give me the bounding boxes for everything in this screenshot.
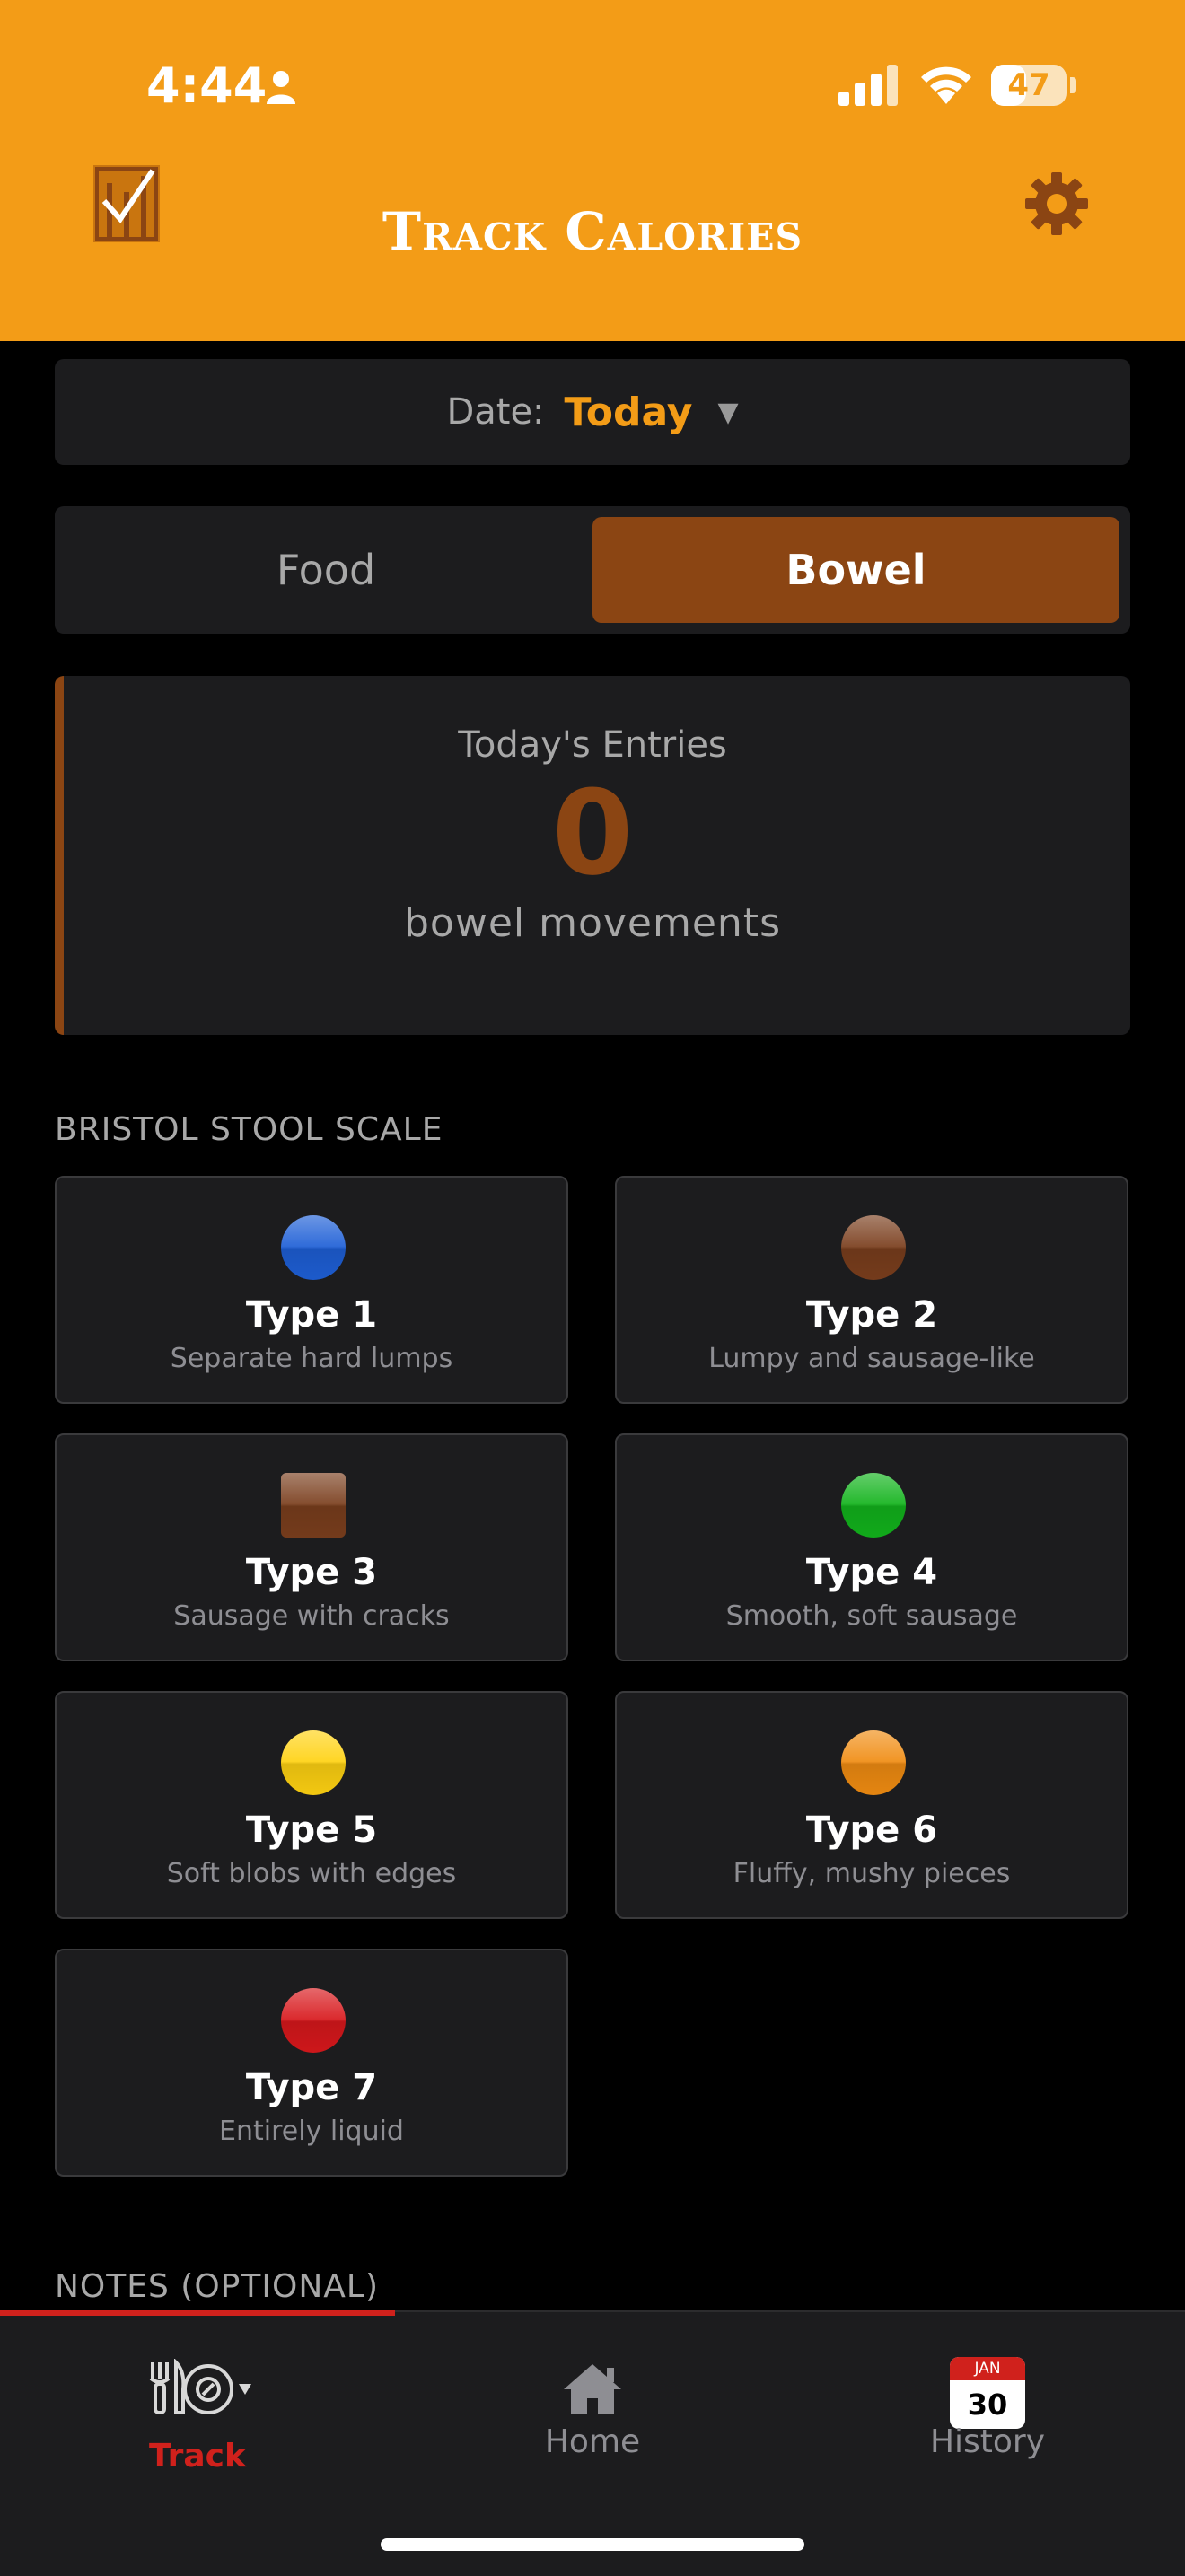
type-description: Lumpy and sausage-like xyxy=(708,1343,1035,1374)
tab-home[interactable]: Home xyxy=(395,2312,790,2492)
gear-icon[interactable] xyxy=(1023,171,1090,237)
app-header: 4:44 47 Track Calories xyxy=(0,0,1185,341)
type-name: Type 6 xyxy=(805,1809,938,1851)
tab-history-label: History xyxy=(929,2423,1046,2460)
bristol-type-card[interactable]: Type 7 Entirely liquid xyxy=(55,1949,568,2177)
calendar-icon: JAN 30 xyxy=(950,2357,1025,2429)
tab-home-label: Home xyxy=(544,2423,641,2460)
tab-food[interactable]: Food xyxy=(66,517,586,623)
cellular-signal-icon xyxy=(838,65,898,106)
fork-knife-plate-icon xyxy=(149,2359,251,2414)
tab-history[interactable]: JAN 30 History xyxy=(790,2312,1185,2492)
bristol-type-card[interactable]: Type 6 Fluffy, mushy pieces xyxy=(615,1691,1128,1919)
bristol-type-card[interactable]: Type 1 Separate hard lumps xyxy=(55,1176,568,1404)
type-name: Type 2 xyxy=(805,1294,938,1336)
circle-swatch-icon xyxy=(841,1473,906,1538)
type-description: Entirely liquid xyxy=(219,2116,404,2147)
tab-track-label: Track xyxy=(149,2438,246,2475)
type-description: Separate hard lumps xyxy=(170,1343,453,1374)
date-selector[interactable]: Date: Today ▼ xyxy=(55,359,1130,465)
date-value[interactable]: Today xyxy=(565,390,693,435)
type-description: Smooth, soft sausage xyxy=(725,1600,1018,1632)
circle-swatch-icon xyxy=(281,1730,346,1795)
bristol-type-card[interactable]: Type 4 Smooth, soft sausage xyxy=(615,1433,1128,1661)
circle-swatch-icon xyxy=(841,1730,906,1795)
status-time: 4:44 xyxy=(146,57,268,114)
type-name: Type 1 xyxy=(245,1294,378,1336)
tab-bowel[interactable]: Bowel xyxy=(592,517,1119,623)
battery-indicator: 47 xyxy=(991,65,1066,106)
date-label: Date: xyxy=(446,391,545,433)
entries-summary-card: Today's Entries 0 bowel movements xyxy=(55,676,1130,1035)
tab-track[interactable]: Track xyxy=(0,2312,395,2492)
type-name: Type 3 xyxy=(245,1552,378,1593)
square-swatch-icon xyxy=(281,1473,346,1538)
calendar-month: JAN xyxy=(950,2357,1025,2380)
bottom-tab-bar: Track Home JAN 30 History xyxy=(0,2310,1185,2576)
circle-swatch-icon xyxy=(841,1215,906,1280)
circle-swatch-icon xyxy=(281,1215,346,1280)
circle-swatch-icon xyxy=(281,1988,346,2053)
battery-tip xyxy=(1070,77,1076,93)
home-icon xyxy=(564,2364,621,2414)
entries-count: 0 xyxy=(551,765,634,901)
wifi-icon xyxy=(921,66,971,104)
bristol-type-card[interactable]: Type 3 Sausage with cracks xyxy=(55,1433,568,1661)
type-description: Soft blobs with edges xyxy=(166,1858,457,1889)
type-description: Fluffy, mushy pieces xyxy=(733,1858,1011,1889)
calendar-day: 30 xyxy=(967,2388,1008,2422)
type-name: Type 4 xyxy=(805,1552,938,1593)
home-indicator xyxy=(381,2538,804,2551)
page-title: Track Calories xyxy=(382,201,803,262)
battery-percent: 47 xyxy=(1007,67,1050,103)
type-name: Type 5 xyxy=(245,1809,378,1851)
entries-title: Today's Entries xyxy=(458,724,727,766)
section-heading-notes: NOTES (OPTIONAL) xyxy=(55,2268,379,2305)
type-description: Sausage with cracks xyxy=(173,1600,450,1632)
bristol-type-card[interactable]: Type 2 Lumpy and sausage-like xyxy=(615,1176,1128,1404)
type-name: Type 7 xyxy=(245,2067,378,2108)
section-heading-bristol: BRISTOL STOOL SCALE xyxy=(55,1111,443,1148)
entries-unit: bowel movements xyxy=(403,900,781,946)
mode-segmented-control: Food Bowel xyxy=(55,506,1130,634)
person-icon xyxy=(267,71,295,104)
bristol-type-card[interactable]: Type 5 Soft blobs with edges xyxy=(55,1691,568,1919)
caret-down-icon[interactable]: ▼ xyxy=(717,397,738,428)
